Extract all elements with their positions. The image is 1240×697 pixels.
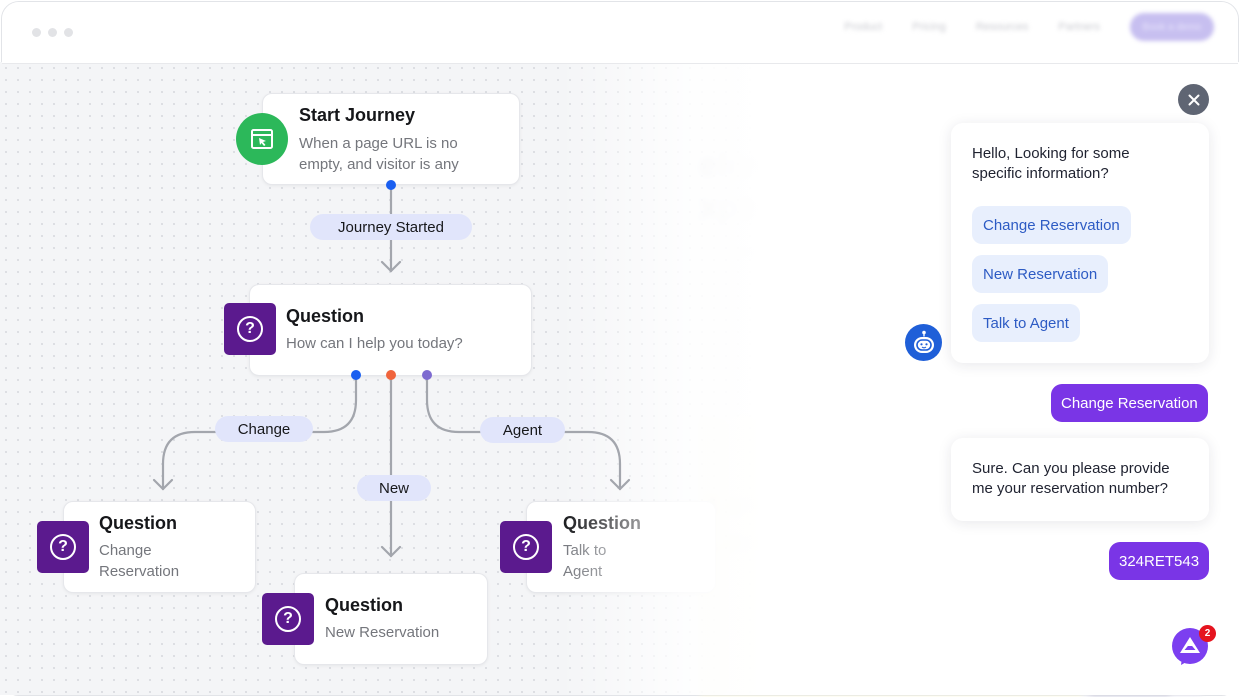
option-new-reservation[interactable]: New Reservation: [972, 255, 1109, 293]
user-message-change-reservation: Change Reservation: [1051, 384, 1208, 422]
window-controls: [32, 28, 73, 37]
user-message-reservation-number: 324RET543: [1109, 542, 1210, 580]
bot-reply-message: Sure. Can you please provide me your res…: [972, 460, 1170, 497]
notification-badge: 2: [1199, 625, 1216, 642]
window-minimize-dot[interactable]: [48, 28, 57, 37]
bot-greeting-card: Hello, Looking for some specific informa…: [951, 123, 1209, 363]
option-change-reservation[interactable]: Change Reservation: [972, 206, 1131, 244]
edge-label-agent[interactable]: Agent: [480, 417, 565, 443]
nav-cta-button[interactable]: Book a demo: [1130, 13, 1214, 41]
nav-item-partners[interactable]: Partners: [1058, 21, 1100, 33]
edge-label-change[interactable]: Change: [215, 416, 313, 442]
question-icon: ?: [262, 593, 314, 645]
titlebar: Product Pricing Resources Partners Book …: [2, 2, 1238, 64]
chat-close-button[interactable]: [1178, 84, 1209, 115]
nav-item-resources[interactable]: Resources: [976, 21, 1029, 33]
question-icon: ?: [37, 521, 89, 573]
question-icon: ?: [500, 521, 552, 573]
nav-item-pricing[interactable]: Pricing: [912, 21, 946, 33]
site-nav: Product Pricing Resources Partners Book …: [844, 13, 1214, 41]
window-maximize-dot[interactable]: [64, 28, 73, 37]
bot-reply-card: Sure. Can you please provide me your res…: [951, 438, 1209, 521]
browser-cursor-icon: [236, 113, 288, 165]
edge-label-journey-started[interactable]: Journey Started: [310, 214, 472, 240]
bot-avatar-icon: [905, 324, 942, 361]
port-change[interactable]: [351, 370, 361, 380]
port-agent[interactable]: [422, 370, 432, 380]
bot-greeting-message: Hello, Looking for some specific informa…: [972, 145, 1130, 182]
edge-label-new[interactable]: New: [357, 475, 431, 501]
option-talk-to-agent[interactable]: Talk to Agent: [972, 304, 1080, 342]
port-new[interactable]: [386, 370, 396, 380]
nav-item-product[interactable]: Product: [844, 21, 882, 33]
question-icon: ?: [224, 303, 276, 355]
close-icon: [1188, 94, 1199, 105]
window-close-dot[interactable]: [32, 28, 41, 37]
start-output-port[interactable]: [386, 180, 396, 190]
